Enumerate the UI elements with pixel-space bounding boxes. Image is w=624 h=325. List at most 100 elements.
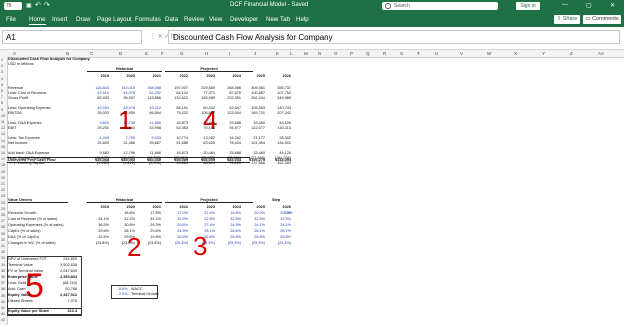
data-cell[interactable]: 60,442 <box>193 106 215 110</box>
sheet-title[interactable]: Discounted Cash Flow Analysis for Compan… <box>8 57 90 61</box>
data-cell[interactable]: 82,933 <box>87 96 109 100</box>
driver-cell[interactable]: 28.1% <box>113 229 135 233</box>
year-header[interactable]: 2019 <box>87 74 109 78</box>
historical-header[interactable]: Historical <box>87 67 162 72</box>
col-header[interactable]: I <box>229 51 230 56</box>
sign-in-button[interactable]: Sign in <box>516 2 540 10</box>
data-cell[interactable]: 125,843 <box>87 86 109 90</box>
terminal-growth-label[interactable]: Terminal Growth <box>131 292 159 296</box>
driver-cell[interactable]: 32.5% <box>243 217 265 221</box>
valuation-label[interactable]: Enterprise Value <box>8 275 38 279</box>
row-label[interactable]: Less: Cost of Revenue <box>8 91 46 95</box>
data-cell[interactable]: 10,774 <box>166 136 188 140</box>
driver-cell[interactable]: 21.4% <box>193 211 215 215</box>
data-cell[interactable]: 134,901 <box>269 141 291 145</box>
data-cell[interactable]: 25,688 <box>219 121 241 125</box>
valuation-label[interactable]: PV of Terminal Value <box>8 269 43 273</box>
data-cell[interactable]: 76,163 <box>193 126 215 130</box>
row-label[interactable]: EBITDA <box>8 111 22 115</box>
data-cell[interactable]: 161,280 <box>269 161 291 165</box>
row-header[interactable]: 25 <box>1 207 5 211</box>
data-cell[interactable]: 40,163 <box>113 126 135 130</box>
tab-review[interactable]: Review <box>184 16 204 23</box>
row-header[interactable]: 10 <box>1 114 5 118</box>
row-header[interactable]: 41 <box>1 306 5 310</box>
driver-cell[interactable]: 28.1% <box>243 229 265 233</box>
wacc-value[interactable]: 8.6% <box>119 287 128 291</box>
row-label[interactable]: Add back: D&A Expense <box>8 151 49 155</box>
driver-cell[interactable]: 26.8% <box>269 235 291 239</box>
ufcf-cell[interactable]: $55,089 <box>166 158 188 162</box>
document-title[interactable]: DCF Financial Model - Saved <box>230 2 308 8</box>
data-cell[interactable]: 122,077 <box>243 126 265 130</box>
row-header[interactable]: 7 <box>1 95 3 99</box>
driver-cell[interactable]: 29.6% <box>87 229 109 233</box>
valuation-label[interactable]: Diluted Shares <box>8 299 33 303</box>
col-header[interactable]: A <box>13 51 16 56</box>
data-cell[interactable]: 24,803 <box>87 141 109 145</box>
driver-cell[interactable]: 28.6% <box>219 229 241 233</box>
driver-cell[interactable]: (25.3%) <box>193 241 215 245</box>
row-header[interactable]: 36 <box>1 275 5 279</box>
ufcf-cell[interactable]: $100,275 <box>243 158 265 162</box>
step-label[interactable]: Step <box>272 198 280 202</box>
data-cell[interactable]: 43,978 <box>113 106 135 110</box>
data-cell[interactable]: 39,667 <box>139 141 161 145</box>
valuation-value[interactable]: 312.4 <box>55 309 77 313</box>
col-header[interactable]: Y <box>542 51 545 56</box>
col-header[interactable]: Q <box>366 51 370 56</box>
save-icon[interactable]: ▣ <box>26 2 32 9</box>
data-cell[interactable]: 43,904 <box>87 106 109 110</box>
col-header[interactable]: X <box>514 51 517 56</box>
data-cell[interactable]: 77,071 <box>193 91 215 95</box>
data-cell[interactable]: 20,484 <box>193 151 215 155</box>
col-header[interactable]: Z <box>570 51 573 56</box>
terminal-growth-value[interactable]: 2.0% <box>119 292 128 296</box>
driver-cell[interactable]: (23.8%) <box>139 241 161 245</box>
data-cell[interactable]: 46,078 <box>113 91 135 95</box>
formula-input[interactable]: Discounted Cash Flow Analysis for Compan… <box>168 30 620 44</box>
data-cell[interactable]: 49,884 <box>166 161 188 165</box>
ufcf-cell[interactable]: $144,094 <box>269 158 291 162</box>
data-cell[interactable]: 268,586 <box>219 86 241 90</box>
driver-label[interactable]: CapEx (% of sales) <box>8 229 41 233</box>
ufcf-cell[interactable]: $26,068 <box>87 158 109 162</box>
driver-cell[interactable]: 27.4% <box>193 223 215 227</box>
row-header[interactable]: 6 <box>1 89 3 93</box>
data-cell[interactable]: 79,232 <box>166 111 188 115</box>
row-header[interactable]: 15 <box>1 145 5 149</box>
driver-cell[interactable]: (25.3%) <box>219 241 241 245</box>
data-cell[interactable]: (1,038) <box>87 161 109 165</box>
data-cell[interactable]: 21,177 <box>243 136 265 140</box>
projected-header[interactable]: Projected <box>165 67 253 72</box>
data-cell[interactable]: 309,361 <box>243 86 265 90</box>
data-cell[interactable]: (4,112) <box>113 161 135 165</box>
valuation-value[interactable]: 244,809 <box>55 257 77 261</box>
col-header[interactable]: P <box>350 51 353 56</box>
data-cell[interactable]: 349,985 <box>269 96 291 100</box>
year-header[interactable]: 2022 <box>166 205 188 209</box>
row-header[interactable]: 4 <box>1 77 3 81</box>
row-header[interactable]: 40 <box>1 300 5 304</box>
row-label[interactable]: Net Income <box>8 141 27 145</box>
data-cell[interactable]: 25,688 <box>219 151 241 155</box>
row-header[interactable]: 22 <box>1 188 5 192</box>
row-label[interactable]: +/- in Working Capital <box>8 161 44 165</box>
data-cell[interactable]: 39,003 <box>87 111 109 115</box>
col-header[interactable]: V <box>460 51 463 56</box>
data-cell[interactable]: 168,088 <box>139 86 161 90</box>
tab-new-tab[interactable]: New Tab <box>266 16 290 23</box>
valuation-label[interactable]: Equity Value <box>8 293 31 297</box>
col-header[interactable]: T <box>417 51 420 56</box>
driver-cell[interactable]: 29.6% <box>166 223 188 227</box>
row-header[interactable]: 33 <box>1 256 5 260</box>
tab-page-layout[interactable]: Page Layout <box>97 16 132 23</box>
row-header[interactable]: 19 <box>1 170 5 174</box>
row-header[interactable]: 27 <box>1 219 5 223</box>
driver-cell[interactable]: 19.6% <box>139 235 161 239</box>
data-cell[interactable]: 52,232 <box>139 91 161 95</box>
data-cell[interactable]: 29,201 <box>87 126 109 130</box>
ufcf-cell[interactable]: $66,009 <box>193 158 215 162</box>
data-cell[interactable]: 105,553 <box>243 106 265 110</box>
data-cell[interactable]: 11,686 <box>139 121 161 125</box>
